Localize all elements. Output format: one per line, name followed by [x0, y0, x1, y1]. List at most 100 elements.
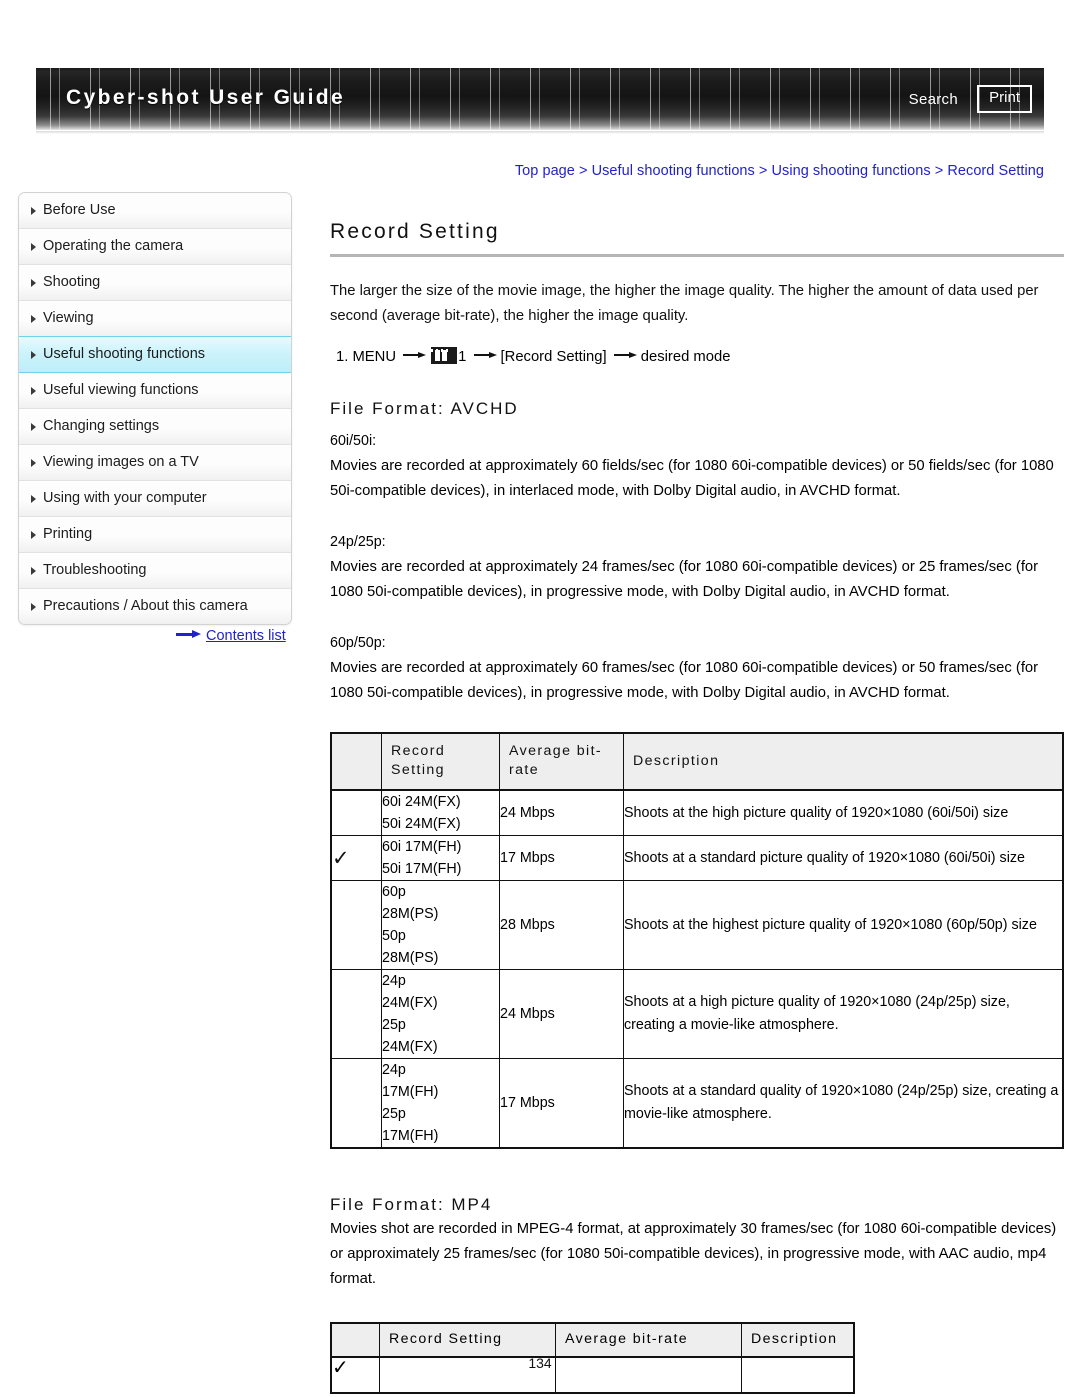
row-average-bitrate: 24 Mbps	[499, 969, 624, 1059]
sidebar-item-changing-settings[interactable]: Changing settings	[19, 409, 291, 445]
search-button[interactable]: Search	[909, 91, 958, 108]
column-header-record-setting: Record Setting	[379, 1322, 556, 1358]
sidebar-item-label: Operating the camera	[43, 238, 184, 254]
row-record-setting: 60i 24M(FX) 50i 24M(FX)	[381, 789, 500, 836]
mp4-paragraph: Movies shot are recorded in MPEG-4 forma…	[330, 1221, 1057, 1287]
row-record-setting: 60i 17M(FH) 50i 17M(FH)	[381, 835, 500, 881]
avchd-block-label-60i50i: 60i/50i:	[330, 433, 377, 449]
column-header-description: Description	[623, 732, 1064, 791]
print-button[interactable]: Print	[977, 85, 1032, 113]
row-average-bitrate: 24 Mbps	[499, 789, 624, 836]
sidebar-item-label: Printing	[43, 526, 93, 542]
avchd-block-text-24p25p: Movies are recorded at approximately 24 …	[330, 559, 1039, 600]
table-row: 60p 28M(PS) 50p 28M(PS) 28 Mbps Shoots at t…	[330, 880, 1064, 970]
sidebar-item-label: Viewing images on a TV	[43, 454, 199, 470]
menu-tab-number: 1	[458, 349, 467, 365]
page-number: 134	[528, 1355, 552, 1371]
row-description: Shoots at the highest picture quality of…	[623, 880, 1064, 970]
sidebar-item-useful-viewing-functions[interactable]: Useful viewing functions	[19, 373, 291, 409]
breadcrumb[interactable]: Top page > Useful shooting functions > U…	[515, 163, 1044, 179]
column-header-record-setting: Record Setting	[381, 732, 500, 791]
row-description: Shoots at a standard quality of 1920×108…	[623, 1058, 1064, 1149]
sidebar-item-printing[interactable]: Printing	[19, 517, 291, 553]
chevron-right-icon	[31, 422, 36, 431]
sidebar-item-shooting[interactable]: Shooting	[19, 265, 291, 301]
arrow-right-icon	[403, 351, 427, 359]
row-description: Shoots at the high picture quality of 19…	[623, 789, 1064, 836]
arrow-right-icon	[473, 351, 498, 359]
sidebar-item-label: Shooting	[43, 274, 101, 290]
column-header-check	[330, 732, 382, 791]
main-content: Record Setting The larger the size of th…	[330, 192, 1064, 1394]
sidebar-item-label: Troubleshooting	[43, 562, 147, 578]
column-header-average-bitrate: Average bit-rate	[555, 1322, 742, 1358]
column-header-description: Description	[741, 1322, 855, 1358]
arrow-right-icon	[613, 351, 638, 359]
step-number: 1.	[336, 349, 349, 365]
sidebar-item-useful-shooting-functions[interactable]: Useful shooting functions	[19, 336, 291, 373]
sidebar-item-before-use[interactable]: Before Use	[19, 193, 291, 229]
sidebar-item-label: Precautions / About this camera	[43, 598, 248, 614]
menu-label: MENU	[352, 349, 397, 365]
header-divider	[36, 131, 1044, 134]
chevron-right-icon	[31, 278, 36, 287]
chevron-right-icon	[31, 530, 36, 539]
contents-list-link[interactable]: Contents list	[176, 628, 286, 644]
chevron-right-icon	[31, 602, 36, 611]
row-record-setting: 24p 17M(FH) 25p 17M(FH)	[381, 1058, 500, 1149]
page-title: Record Setting	[330, 220, 500, 243]
row-check-cell	[330, 969, 382, 1059]
column-header-check	[330, 1322, 380, 1358]
menu-step-tail: desired mode	[640, 349, 731, 365]
avchd-block-label-60p50p: 60p/50p:	[330, 635, 386, 651]
sidebar-item-viewing[interactable]: Viewing	[19, 301, 291, 337]
chevron-right-icon	[31, 566, 36, 575]
table-row: 24p 24M(FX) 25p 24M(FX) 24 Mbps Shoots at a…	[330, 969, 1064, 1059]
row-average-bitrate: 17 Mbps	[499, 835, 624, 881]
chevron-right-icon	[31, 242, 36, 251]
row-description: Shoots at a standard picture quality of …	[623, 835, 1064, 881]
sidebar-item-operating-the-camera[interactable]: Operating the camera	[19, 229, 291, 265]
row-check-cell	[330, 789, 382, 836]
table-row: 60i 24M(FX) 50i 24M(FX) 24 Mbps Shoots at…	[330, 789, 1064, 836]
movie-mode-icon	[431, 347, 458, 364]
row-check-cell: ✓	[330, 835, 382, 881]
table-row: 24p 17M(FH) 25p 17M(FH) 17 Mbps Shoots at a…	[330, 1058, 1064, 1149]
menu-bracket-item: [Record Setting]	[500, 349, 607, 365]
intro-paragraph: The larger the size of the movie image, …	[330, 283, 1039, 324]
app-title: Cyber-shot User Guide	[66, 86, 346, 109]
avchd-record-setting-table: Record Setting Average bit-rate Descript…	[330, 732, 1064, 1149]
sidebar-item-label: Before Use	[43, 202, 116, 218]
sidebar-item-using-with-your-computer[interactable]: Using with your computer	[19, 481, 291, 517]
sidebar-item-label: Useful shooting functions	[43, 346, 206, 362]
sidebar-item-label: Viewing	[43, 310, 94, 326]
app-header-banner: Cyber-shot User Guide Search Print	[36, 68, 1044, 130]
avchd-block-text-60p50p: Movies are recorded at approximately 60 …	[330, 660, 1039, 701]
sidebar-item-label: Changing settings	[43, 418, 160, 434]
chevron-right-icon	[31, 206, 36, 215]
chevron-right-icon	[31, 314, 36, 323]
sidebar-item-viewing-images-on-a-tv[interactable]: Viewing images on a TV	[19, 445, 291, 481]
section-title-avchd: File Format: AVCHD	[330, 399, 519, 418]
arrow-right-icon	[176, 630, 202, 639]
row-check-cell	[330, 880, 382, 970]
chevron-right-icon	[31, 494, 36, 503]
row-average-bitrate: 28 Mbps	[499, 880, 624, 970]
title-divider	[330, 254, 1064, 257]
avchd-block-label-24p25p: 24p/25p:	[330, 534, 386, 550]
avchd-block-text-60i50i: Movies are recorded at approximately 60 …	[330, 458, 1054, 499]
row-average-bitrate: 17 Mbps	[499, 1058, 624, 1149]
sidebar-navigation: Before Use Operating the camera Shooting…	[18, 192, 292, 625]
sidebar-item-label: Useful viewing functions	[43, 382, 199, 398]
menu-step-instruction: 1. MENU 1 [Record Setting] desired mode	[330, 345, 1064, 369]
contents-list-label: Contents list	[206, 628, 286, 644]
sidebar-item-precautions-about-this-camera[interactable]: Precautions / About this camera	[19, 589, 291, 624]
column-header-average-bitrate: Average bit-rate	[499, 732, 624, 791]
table-header-row: Record Setting Average bit-rate Descript…	[330, 1322, 855, 1358]
table-row: ✓ 60i 17M(FH) 50i 17M(FH) 17 Mbps Shoots …	[330, 835, 1064, 881]
section-title-mp4: File Format: MP4	[330, 1195, 493, 1214]
chevron-right-icon	[31, 458, 36, 467]
row-record-setting: 60p 28M(PS) 50p 28M(PS)	[381, 880, 500, 970]
row-record-setting: 24p 24M(FX) 25p 24M(FX)	[381, 969, 500, 1059]
sidebar-item-troubleshooting[interactable]: Troubleshooting	[19, 553, 291, 589]
